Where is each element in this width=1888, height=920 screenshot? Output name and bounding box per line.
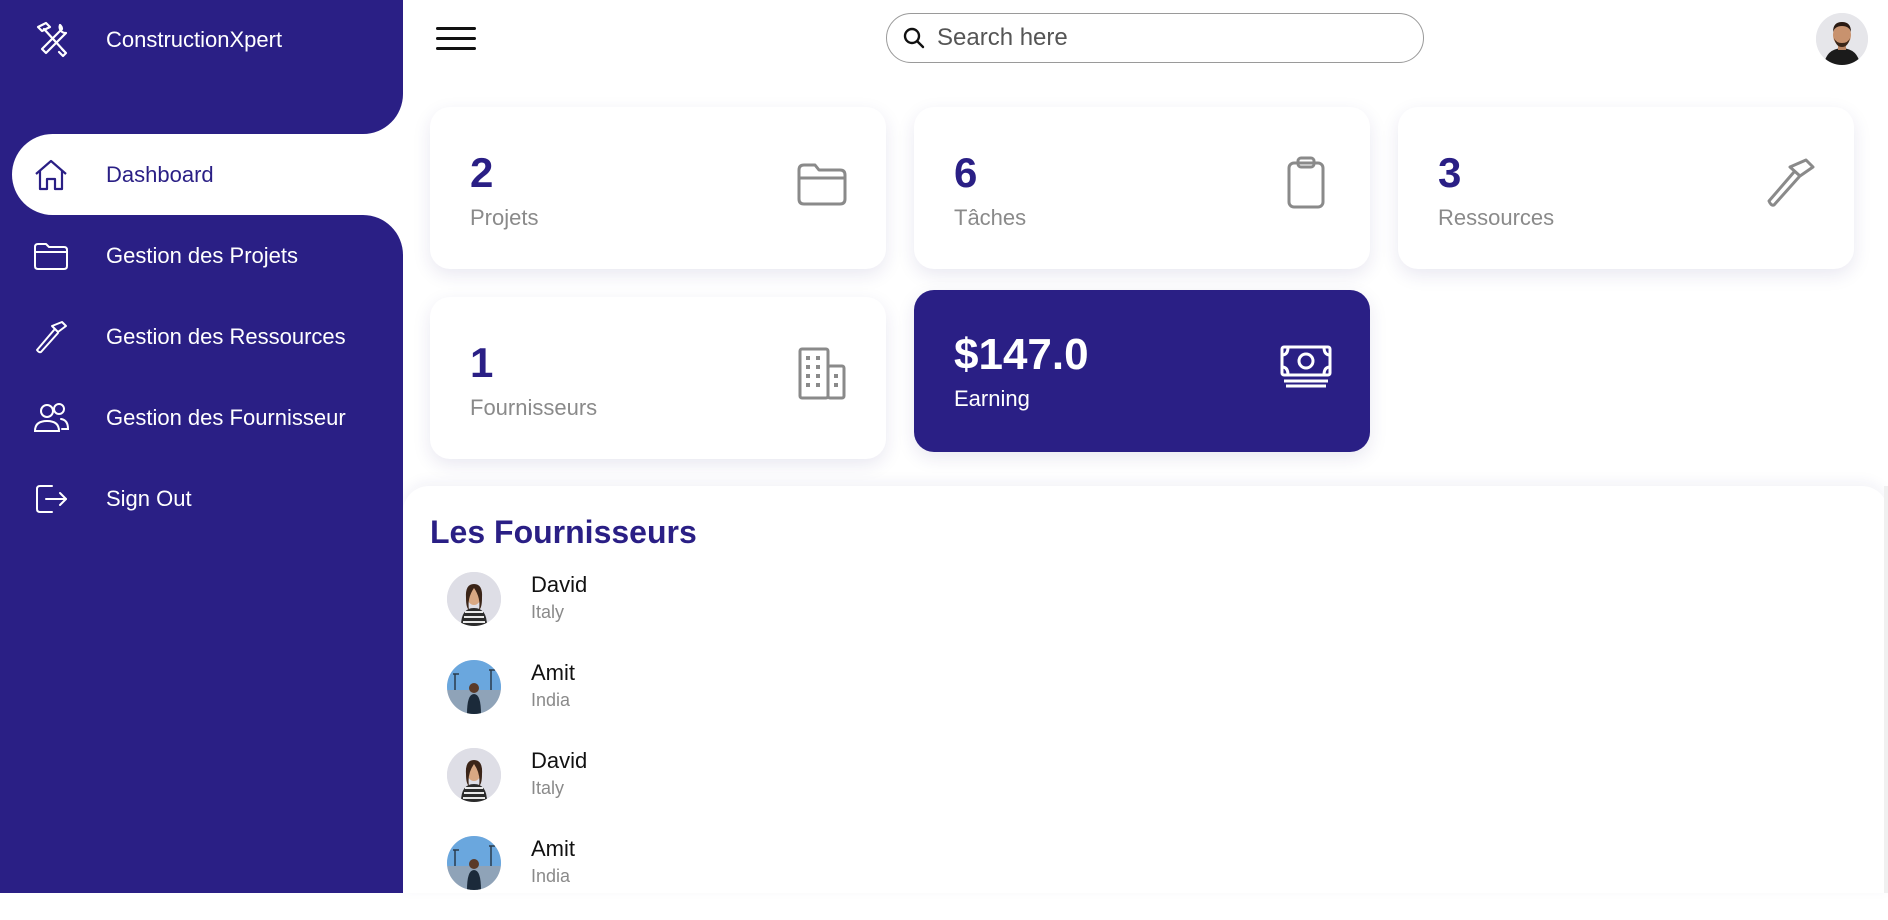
tools-icon [32,19,72,59]
stat-value: 3 [1438,149,1462,196]
list-item[interactable]: David Italy [445,568,1045,656]
suppliers-list: David Italy Amit India David Italy Amit … [445,568,1045,920]
supplier-country: Italy [531,778,565,798]
scrollbar[interactable] [1884,486,1888,893]
stat-card-earning[interactable]: $147.0 Earning [914,290,1370,452]
stat-card-ressources[interactable]: 3 Ressources [1398,107,1854,269]
sidebar-item-label: Sign Out [106,485,192,511]
sidebar-item-label: Dashboard [106,161,214,187]
supplier-name: David [531,748,588,773]
home-icon [30,154,72,196]
brand-title: ConstructionXpert [106,27,283,52]
sidebar-item-label: Gestion des Ressources [106,323,346,349]
stat-value: $147.0 [954,330,1089,379]
suppliers-panel: Les Fournisseurs David Italy Amit India … [403,486,1888,893]
stat-card-projets[interactable]: 2 Projets [430,107,886,269]
stat-label: Fournisseurs [470,395,598,420]
folder-icon [794,155,850,211]
avatar [447,748,501,802]
hamburger-line [436,37,476,40]
list-item[interactable]: Amit India [445,832,1045,920]
supplier-country: India [531,690,571,710]
sidebar-item-fournisseur[interactable]: Gestion des Fournisseur [0,377,403,458]
hamburger-line [436,47,476,50]
sidebar-item-label: Gestion des Fournisseur [106,404,346,430]
search-bar [886,13,1424,63]
hamburger-line [436,27,476,30]
building-icon [794,345,850,401]
stat-value: 6 [954,149,978,196]
stat-value: 1 [470,339,494,386]
clipboard-icon [1278,155,1334,211]
brand-logo[interactable] [32,18,72,60]
folder-icon [30,235,72,277]
stat-value: 2 [470,149,494,196]
sidebar-nav: Dashboard Gestion des Projets Gestion de… [0,134,403,539]
list-item[interactable]: David Italy [445,744,1045,832]
list-item[interactable]: Amit India [445,656,1045,744]
users-icon [30,397,72,439]
search-icon[interactable] [901,25,927,51]
stat-card-fournisseurs[interactable]: 1 Fournisseurs [430,297,886,459]
avatar [447,836,501,890]
avatar [447,572,501,626]
hammer-icon [1762,155,1818,211]
stat-label: Earning [954,386,1030,411]
supplier-name: David [531,572,588,597]
search-input[interactable] [935,23,1399,53]
hammer-icon [30,316,72,358]
supplier-country: Italy [531,602,565,622]
supplier-country: India [531,866,571,886]
sidebar-item-dashboard[interactable]: Dashboard [12,134,403,215]
stat-card-taches[interactable]: 6 Tâches [914,107,1370,269]
sign-out-icon [30,478,72,520]
avatar [447,660,501,714]
user-avatar[interactable] [1816,13,1868,65]
menu-toggle-button[interactable] [434,22,478,58]
stat-label: Tâches [954,205,1027,230]
sidebar: ConstructionXpert Dashboard Gestion des … [0,0,403,893]
supplier-name: Amit [531,660,575,685]
sidebar-item-sign-out[interactable]: Sign Out [0,458,403,539]
stat-label: Projets [470,205,539,230]
suppliers-title: Les Fournisseurs [430,514,697,550]
money-icon [1278,338,1334,394]
stat-label: Ressources [1438,205,1555,230]
sidebar-item-ressources[interactable]: Gestion des Ressources [0,296,403,377]
sidebar-item-projets[interactable]: Gestion des Projets [0,215,403,296]
supplier-name: Amit [531,836,575,861]
sidebar-item-label: Gestion des Projets [106,242,298,268]
